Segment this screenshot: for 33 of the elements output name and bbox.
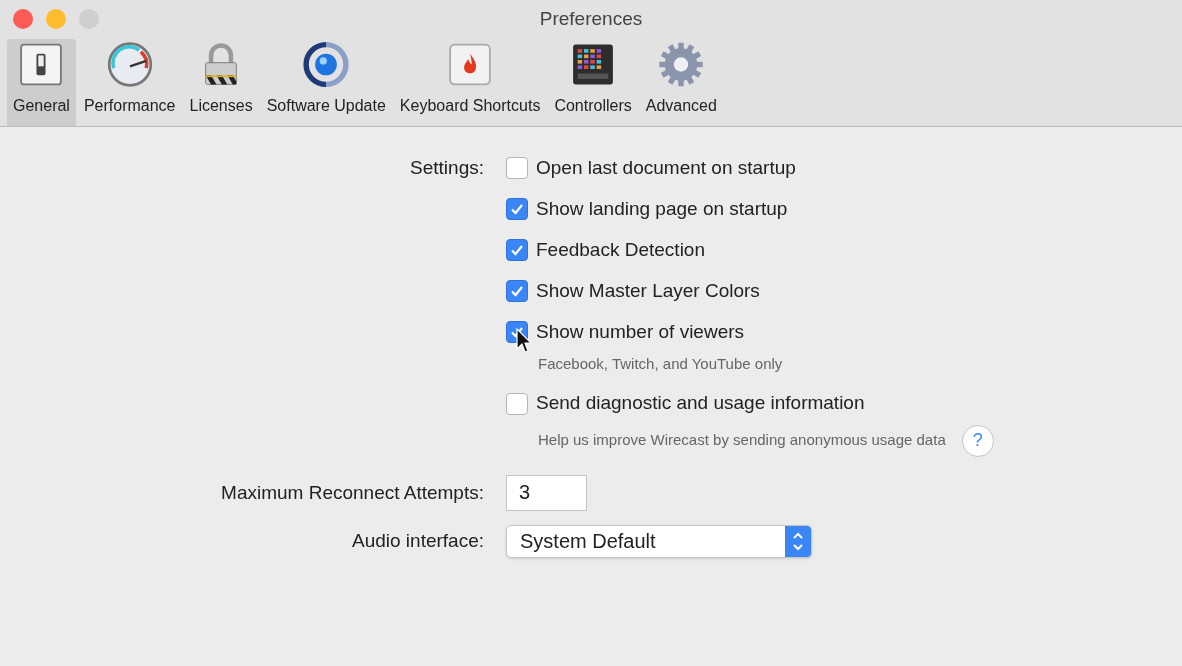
toolbar-tab[interactable]: Keyboard Shortcuts (393, 39, 547, 126)
checkbox-label: Show number of viewers (536, 319, 745, 344)
checkbox-label: Send diagnostic and usage information (536, 391, 865, 416)
reconnect-label: Maximum Reconnect Attempts: (220, 480, 484, 505)
close-button[interactable] (13, 9, 33, 29)
checkbox[interactable] (506, 157, 528, 179)
window-title: Preferences (539, 6, 643, 31)
checkbox-label: Show Master Layer Colors (536, 278, 760, 303)
toolbar-tab[interactable]: Software Update (260, 39, 392, 126)
toolbar-tab[interactable]: Performance (77, 39, 182, 126)
checkmark-icon (510, 284, 524, 298)
checkmark-icon (510, 202, 524, 216)
audio-label: Audio interface: (350, 528, 484, 553)
toolbar-tab[interactable]: Controllers (548, 39, 638, 126)
toolbar-tab[interactable]: Licenses (183, 39, 259, 126)
checkbox[interactable] (506, 280, 528, 302)
checkbox-label: Open last document on startup (536, 155, 796, 180)
checkmark-icon (510, 243, 524, 257)
checkbox[interactable] (506, 198, 528, 220)
toolbar-tab[interactable]: General (7, 39, 76, 126)
help-button[interactable]: ? (961, 424, 994, 457)
hint-text: Help us improve Wirecast by sending anonymous usage data (538, 430, 946, 451)
stepper-arrows-icon (785, 525, 811, 557)
checkbox[interactable] (506, 239, 528, 261)
audio-select[interactable]: System Default (506, 524, 812, 558)
hint-text: Facebook, Twitch, and YouTube only (538, 354, 783, 374)
checkbox-label: Feedback Detection (536, 237, 705, 262)
settings-label: Settings: (409, 156, 484, 180)
checkbox[interactable] (506, 392, 528, 415)
toolbar-tab[interactable]: Advanced (639, 39, 723, 126)
checkbox-label: Show landing page on startup (536, 196, 788, 221)
reconnect-input[interactable]: 3 (506, 474, 587, 511)
minimize-button[interactable] (46, 9, 66, 29)
